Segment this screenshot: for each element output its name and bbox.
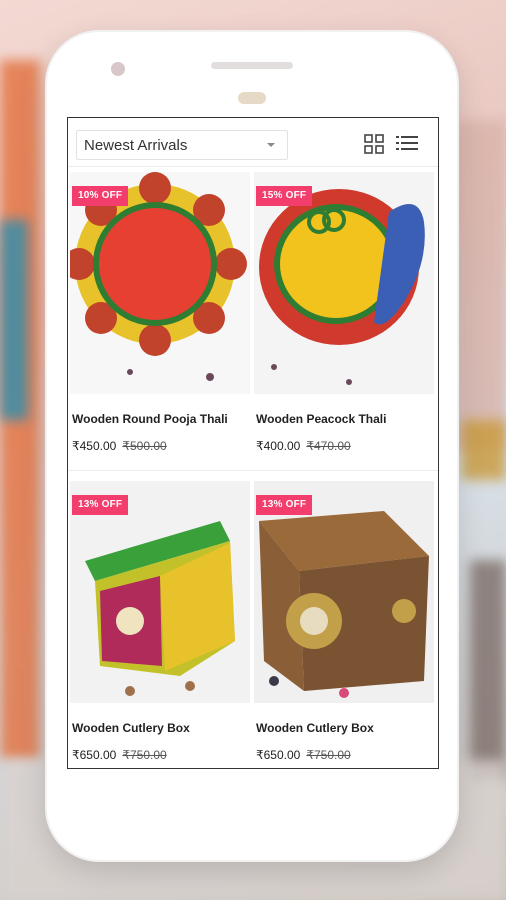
product-mrp: ₹750.00 xyxy=(122,748,167,762)
price-row: ₹400.00 ₹470.00 xyxy=(256,439,351,453)
phone-camera xyxy=(111,62,125,76)
discount-badge: 10% OFF xyxy=(72,186,129,206)
price-row: ₹650.00 ₹750.00 xyxy=(72,748,167,762)
product-card[interactable]: 13% OFF Wooden Cutlery Box ₹650.00 ₹750.0… xyxy=(254,481,434,781)
background-blur-shape xyxy=(462,420,506,480)
product-price: ₹400.00 xyxy=(256,439,301,453)
product-image[interactable]: 10% OFF xyxy=(70,172,250,394)
phone-sensor xyxy=(238,92,266,104)
product-price: ₹650.00 xyxy=(72,748,117,762)
discount-badge: 15% OFF xyxy=(256,186,313,206)
product-card[interactable]: 10% OFF Wooden Round Pooja Thali ₹450.00… xyxy=(70,172,250,472)
phone-frame: Newest Arrivals 10% OFF Wooden Round Poo… xyxy=(47,32,457,860)
chevron-down-icon xyxy=(267,143,275,147)
product-price: ₹650.00 xyxy=(256,748,301,762)
discount-badge: 13% OFF xyxy=(72,495,129,515)
list-view-icon[interactable] xyxy=(396,134,418,152)
product-name[interactable]: Wooden Peacock Thali xyxy=(256,412,386,426)
product-mrp: ₹750.00 xyxy=(306,748,351,762)
product-card[interactable]: 15% OFF Wooden Peacock Thali ₹400.00 ₹470… xyxy=(254,172,434,472)
product-card[interactable]: 13% OFF Wooden Cutlery Box ₹650.00 ₹750.0… xyxy=(70,481,250,781)
row-divider xyxy=(68,470,438,471)
product-name[interactable]: Wooden Cutlery Box xyxy=(256,721,374,735)
sort-selected-value: Newest Arrivals xyxy=(84,136,188,154)
background-blur-shape xyxy=(470,560,506,780)
product-price: ₹450.00 xyxy=(72,439,117,453)
app-screen: Newest Arrivals 10% OFF Wooden Round Poo… xyxy=(67,117,439,769)
price-row: ₹650.00 ₹750.00 xyxy=(256,748,351,762)
listing-toolbar: Newest Arrivals xyxy=(68,118,438,167)
product-name[interactable]: Wooden Cutlery Box xyxy=(72,721,190,735)
discount-badge: 13% OFF xyxy=(256,495,313,515)
sort-dropdown[interactable]: Newest Arrivals xyxy=(76,130,288,160)
product-mrp: ₹470.00 xyxy=(306,439,351,453)
grid-view-icon[interactable] xyxy=(364,134,384,154)
background-blur-shape xyxy=(455,120,506,450)
product-name[interactable]: Wooden Round Pooja Thali xyxy=(72,412,228,426)
background-blur-shape xyxy=(0,220,28,420)
product-mrp: ₹500.00 xyxy=(122,439,167,453)
phone-speaker xyxy=(211,62,293,69)
price-row: ₹450.00 ₹500.00 xyxy=(72,439,167,453)
product-image[interactable]: 15% OFF xyxy=(254,172,434,394)
product-image[interactable]: 13% OFF xyxy=(254,481,434,703)
product-image[interactable]: 13% OFF xyxy=(70,481,250,703)
